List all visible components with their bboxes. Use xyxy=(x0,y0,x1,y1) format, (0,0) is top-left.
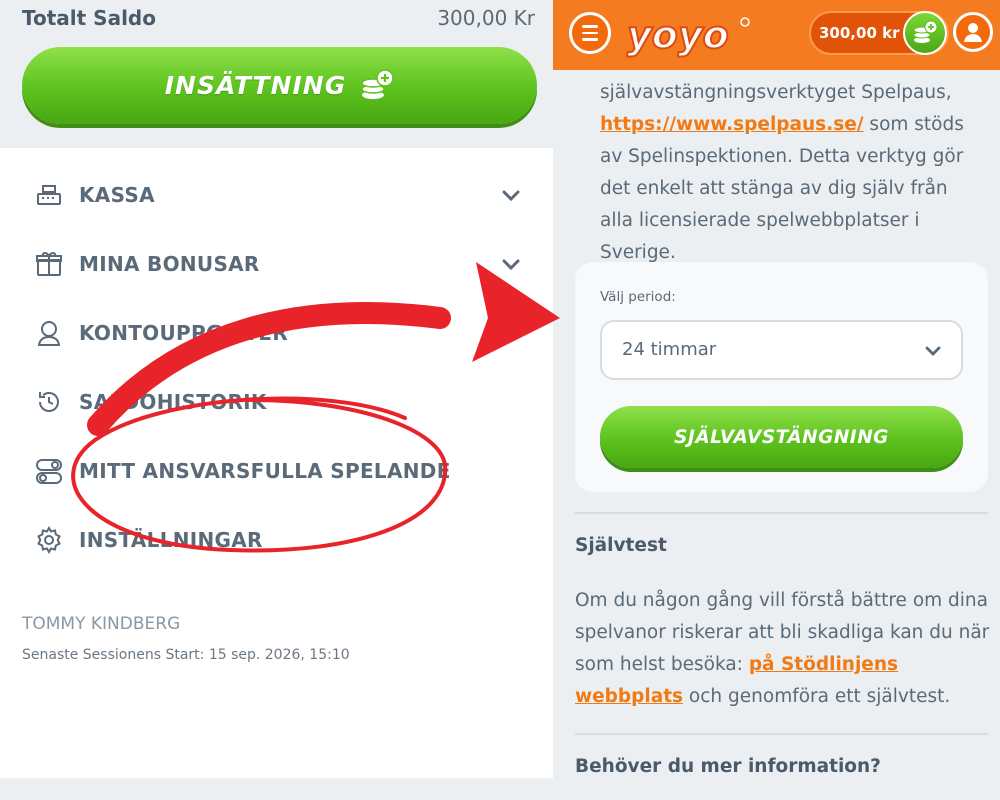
history-icon xyxy=(33,386,65,418)
footer-bar xyxy=(0,778,553,800)
period-select[interactable]: 24 timmar xyxy=(600,320,963,380)
balance-pill[interactable]: 300,00 kr xyxy=(809,11,949,55)
account-menu-panel: Totalt Saldo 300,00 Kr INSÄTTNING KASSA xyxy=(0,0,553,800)
yoyo-logo[interactable]: yoyo xyxy=(623,8,753,58)
menu-item-kontouppgifter[interactable]: KONTOUPPGIFTER xyxy=(0,308,553,358)
menu-item-saldohistorik[interactable]: SALDOHISTORIK xyxy=(0,377,553,427)
period-label: Välj period: xyxy=(600,289,676,305)
period-select-value: 24 timmar xyxy=(622,339,717,360)
user-profile-icon xyxy=(33,317,65,349)
chevron-down-icon[interactable] xyxy=(500,253,522,275)
intro-text-continued: som stöds av Spelinspektionen. Detta ver… xyxy=(600,114,964,263)
chevron-down-icon xyxy=(925,346,941,356)
total-balance-value: 300,00 Kr xyxy=(437,6,535,30)
deposit-button-label: INSÄTTNING xyxy=(164,71,347,100)
selftest-text-end: och genomföra ett självtest. xyxy=(683,686,951,707)
user-name: TOMMY KINDBERG xyxy=(22,614,181,634)
header-balance: 300,00 kr xyxy=(819,24,900,42)
gift-icon xyxy=(33,248,65,280)
self-exclusion-button[interactable]: SJÄLVAVSTÄNGNING xyxy=(600,406,963,468)
deposit-button[interactable]: INSÄTTNING xyxy=(22,47,537,124)
hamburger-menu-icon[interactable] xyxy=(569,12,611,54)
logo-text: yoyo xyxy=(627,13,729,57)
menu-item-label: INSTÄLLNINGAR xyxy=(79,528,263,552)
spelpaus-info-text: självavstängningsverktyget Spelpaus, htt… xyxy=(600,77,980,269)
menu-item-label: KASSA xyxy=(79,183,155,207)
chevron-down-icon[interactable] xyxy=(500,184,522,206)
total-balance-label: Totalt Saldo xyxy=(22,6,156,30)
top-bar: yoyo 300,00 kr xyxy=(553,0,1000,70)
user-avatar-icon[interactable] xyxy=(953,12,993,52)
coins-plus-icon xyxy=(361,68,395,99)
balance-section: Totalt Saldo 300,00 Kr INSÄTTNING xyxy=(0,0,553,148)
selftest-text: Om du någon gång vill förstå bättre om d… xyxy=(575,585,995,713)
chevron-down-icon[interactable] xyxy=(500,322,522,344)
menu-item-bonusar[interactable]: MINA BONUSAR xyxy=(0,239,553,289)
intro-text: självavstängningsverktyget Spelpaus, xyxy=(600,82,952,103)
more-info-heading: Behöver du mer information? xyxy=(575,756,881,777)
menu-item-label: SALDOHISTORIK xyxy=(79,390,267,414)
menu-item-label: MINA BONUSAR xyxy=(79,252,260,276)
spelpaus-link[interactable]: https://www.spelpaus.se/ xyxy=(600,114,864,135)
self-exclusion-card: Välj period: 24 timmar SJÄLVAVSTÄNGNING xyxy=(575,262,988,492)
divider xyxy=(575,733,988,735)
selftest-heading: Självtest xyxy=(575,535,667,556)
menu-item-label: MITT ANSVARSFULLA SPELANDE xyxy=(79,459,451,483)
self-exclusion-button-label: SJÄLVAVSTÄNGNING xyxy=(674,426,889,448)
divider xyxy=(575,512,988,514)
deposit-coin-icon[interactable] xyxy=(903,11,947,55)
cash-register-icon xyxy=(33,179,65,211)
session-start: Senaste Sessionens Start: 15 sep. 2026, … xyxy=(22,647,350,663)
gear-icon xyxy=(33,524,65,556)
menu-item-kassa[interactable]: KASSA xyxy=(0,170,553,220)
responsible-gaming-panel: yoyo 300,00 kr självavstängningsverktyge… xyxy=(553,0,1000,800)
menu-item-ansvarsfullt-spelande[interactable]: MITT ANSVARSFULLA SPELANDE xyxy=(0,446,553,496)
menu-item-label: KONTOUPPGIFTER xyxy=(79,321,288,345)
menu-item-installningar[interactable]: INSTÄLLNINGAR xyxy=(0,515,553,565)
toggle-icon xyxy=(33,455,65,487)
